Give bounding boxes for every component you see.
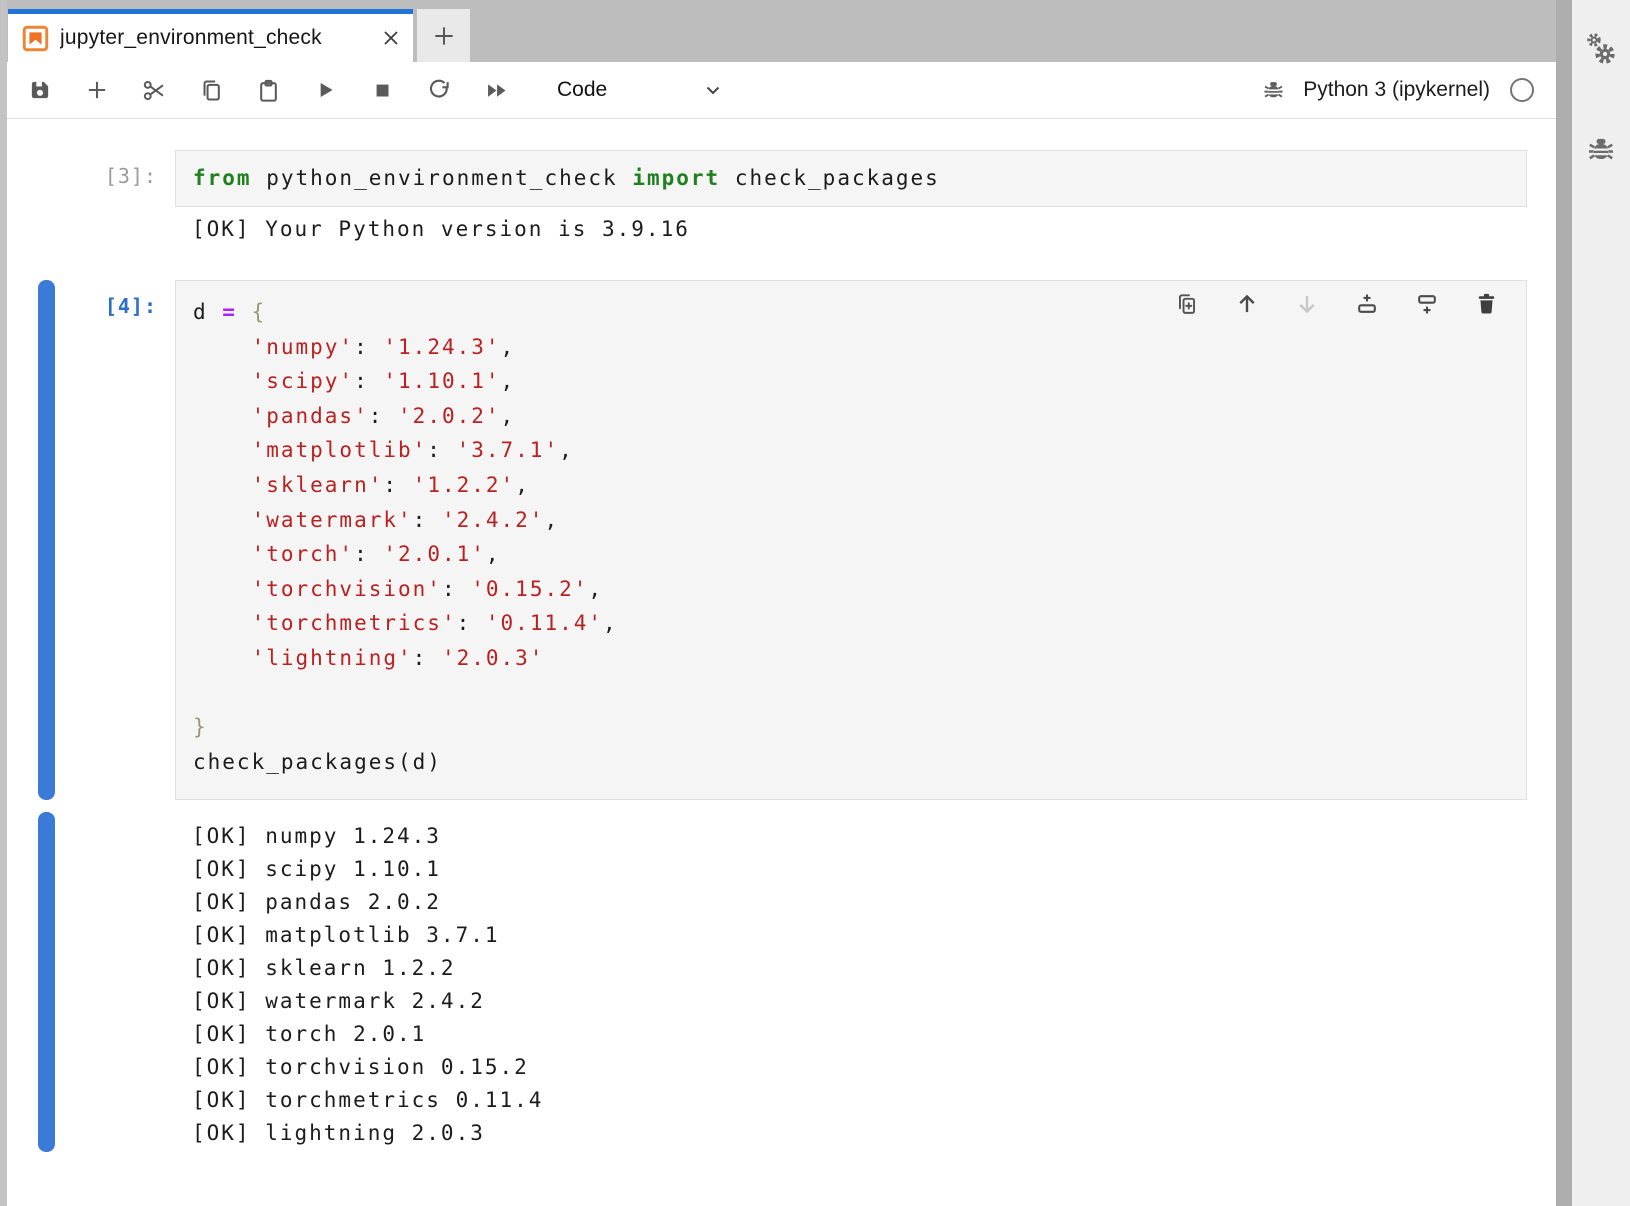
cell3-code-editor[interactable]: from python_environment_check import che…	[175, 150, 1527, 207]
cell4-code-editor[interactable]: d = { 'numpy': '1.24.3', 'scipy': '1.10.…	[193, 295, 1526, 779]
cell-type-dropdown[interactable]: Code	[557, 78, 725, 102]
add-cell-button[interactable]	[83, 76, 111, 104]
stop-button[interactable]	[368, 76, 396, 104]
cell-toolbar	[1174, 291, 1500, 317]
right-sidebar	[1572, 0, 1630, 1206]
notebook-panel: [3]: from python_environment_check impor…	[7, 119, 1556, 1205]
new-tab-button[interactable]	[417, 9, 470, 62]
cell3-output: [OK] Your Python version is 3.9.16	[192, 215, 690, 243]
cut-icon[interactable]	[140, 76, 168, 104]
cell4-input-collapser[interactable]	[38, 280, 55, 800]
chevron-down-icon	[701, 78, 725, 102]
kernel-status-icon[interactable]	[1508, 76, 1536, 104]
cell4-cell[interactable]: d = { 'numpy': '1.24.3', 'scipy': '1.10.…	[175, 280, 1527, 800]
main-area: jupyter_environment_check	[7, 0, 1556, 1206]
cell4-output-collapser[interactable]	[38, 812, 55, 1152]
left-panel-edge	[0, 0, 7, 1206]
move-cell-up-icon[interactable]	[1234, 291, 1260, 317]
notebook-tab[interactable]: jupyter_environment_check	[8, 9, 413, 62]
tab-close-icon[interactable]	[379, 26, 403, 50]
cell-type-label: Code	[557, 78, 607, 102]
tab-title: jupyter_environment_check	[60, 26, 377, 50]
property-inspector-gears-icon[interactable]	[1581, 30, 1621, 74]
panel-divider[interactable]	[1556, 0, 1572, 1206]
debugger-bug-icon-sidebar[interactable]	[1583, 132, 1619, 168]
cell4-output: [OK] numpy 1.24.3[OK] scipy 1.10.1[OK] p…	[192, 820, 543, 1150]
kernel-group: Python 3 (ipykernel)	[1260, 76, 1536, 104]
debugger-bug-icon[interactable]	[1260, 77, 1287, 104]
cell3-input-prompt: [3]:	[7, 164, 157, 188]
tab-bar: jupyter_environment_check	[7, 0, 1556, 62]
jupyterlab-app: jupyter_environment_check	[0, 0, 1630, 1206]
duplicate-cell-icon[interactable]	[1174, 291, 1200, 317]
notebook-toolbar: Code Python 3 (ipykernel)	[7, 62, 1556, 119]
run-button[interactable]	[311, 76, 339, 104]
delete-cell-icon[interactable]	[1474, 291, 1500, 317]
move-cell-down-icon[interactable]	[1294, 291, 1320, 317]
run-all-icon[interactable]	[482, 76, 510, 104]
notebook-icon	[22, 25, 49, 52]
save-button[interactable]	[26, 76, 54, 104]
paste-icon[interactable]	[254, 76, 282, 104]
insert-cell-above-icon[interactable]	[1354, 291, 1380, 317]
insert-cell-below-icon[interactable]	[1414, 291, 1440, 317]
kernel-name[interactable]: Python 3 (ipykernel)	[1303, 78, 1490, 102]
restart-kernel-button[interactable]	[425, 76, 453, 104]
copy-icon[interactable]	[197, 76, 225, 104]
cell4-input-prompt: [4]:	[7, 294, 157, 318]
